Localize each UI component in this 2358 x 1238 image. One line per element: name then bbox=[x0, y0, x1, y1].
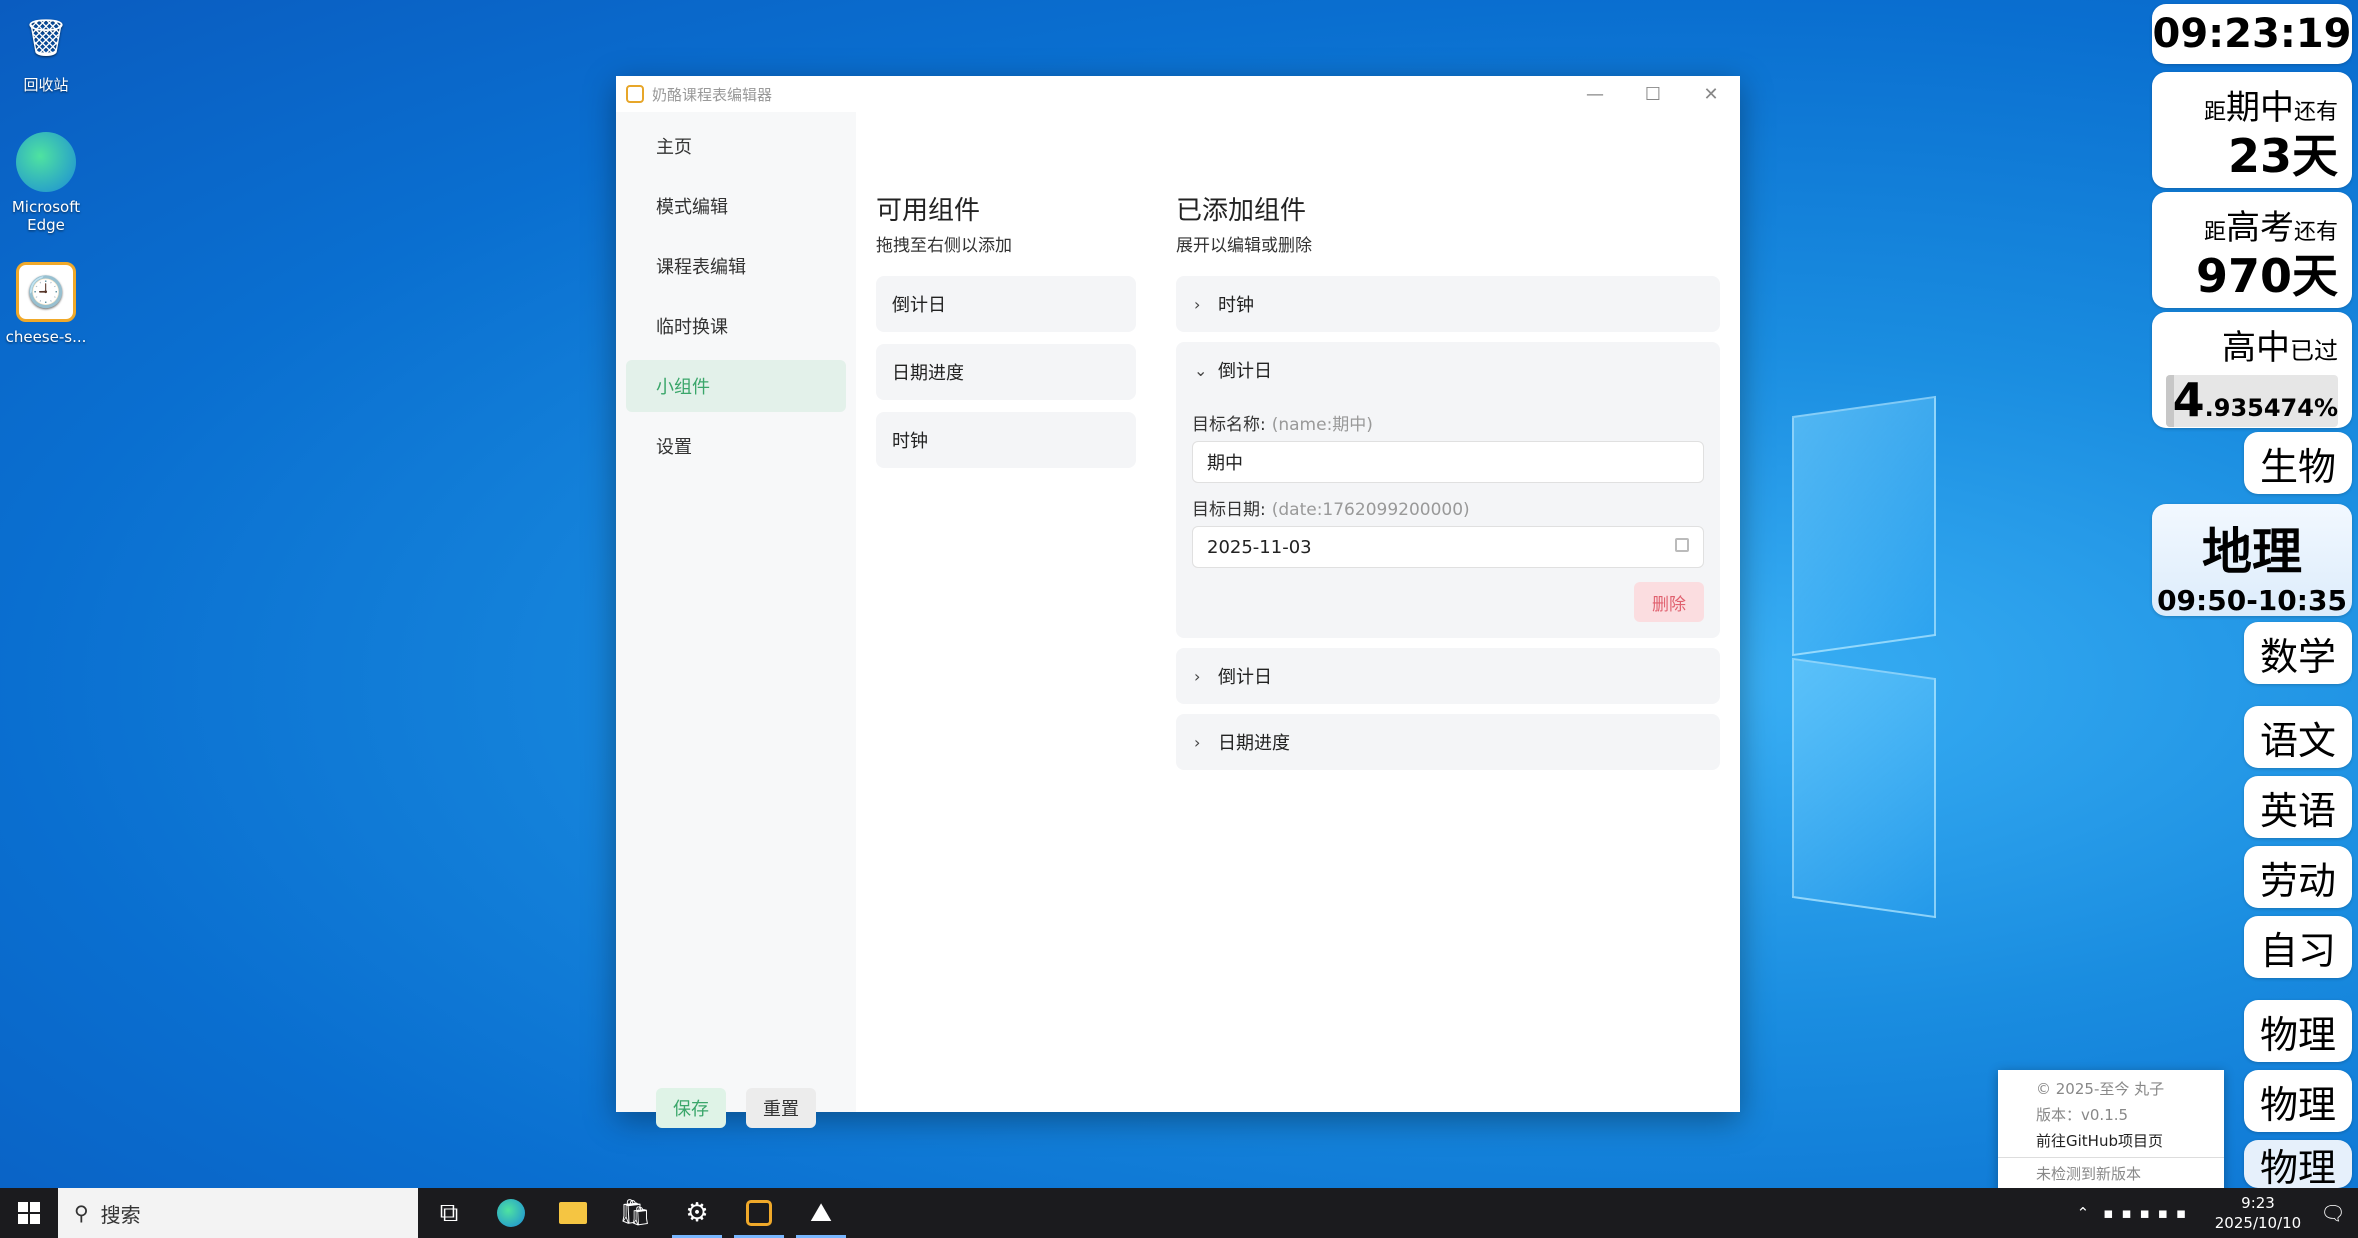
added-item-countdown-expanded: ⌄ 倒计日 目标名称: (name:期中) 期中 目标日期: (date:17620… bbox=[1176, 342, 1720, 638]
start-button[interactable] bbox=[0, 1188, 58, 1238]
nav-home[interactable]: 主页 bbox=[626, 120, 846, 172]
added-item-header[interactable]: ⌄ 倒计日 bbox=[1176, 342, 1720, 398]
subject-widget: 英语 bbox=[2244, 776, 2352, 838]
window-title: 奶酪课程表编辑器 bbox=[652, 85, 773, 104]
taskbar-clock[interactable]: 9:23 2025/10/10 bbox=[2208, 1193, 2308, 1233]
system-tray: ⌃ ▪▪▪▪▪ 9:23 2025/10/10 🗨 bbox=[2077, 1188, 2358, 1238]
nav-schedule-edit[interactable]: 课程表编辑 bbox=[626, 240, 846, 292]
progress-bar: 4.935474% bbox=[2166, 375, 2338, 427]
added-item-date-progress: › 日期进度 bbox=[1176, 714, 1720, 770]
available-title: 可用组件 bbox=[876, 196, 981, 226]
search-icon: ⚲ bbox=[74, 1201, 89, 1225]
countdown-form: 目标名称: (name:期中) 期中 目标日期: (date:17620992000… bbox=[1176, 410, 1720, 638]
chevron-right-icon: › bbox=[1194, 294, 1201, 314]
countdown-widget-2: 距高考还有 970天 bbox=[2152, 192, 2352, 308]
wallpaper-logo-bl bbox=[1792, 657, 1936, 919]
added-widgets: 已添加组件 展开以编辑或删除 › 时钟 ⌄ 倒计日 目标名称: (name:期中)… bbox=[1176, 112, 1720, 780]
subject-widget: 语文 bbox=[2244, 706, 2352, 768]
subject-widget: 物理 bbox=[2244, 1140, 2352, 1190]
added-item-clock: › 时钟 bbox=[1176, 276, 1720, 332]
progress-widget: 高中已过 4.935474% bbox=[2152, 312, 2352, 428]
added-item-countdown: › 倒计日 bbox=[1176, 648, 1720, 704]
nav-mode-edit[interactable]: 模式编辑 bbox=[626, 180, 846, 232]
subject-widget: 物理 bbox=[2244, 1070, 2352, 1132]
recycle-bin-icon: 🗑 bbox=[23, 18, 69, 59]
taskbar-search[interactable]: ⚲ 搜索 bbox=[58, 1188, 418, 1238]
calendar-icon[interactable] bbox=[1675, 538, 1689, 552]
close-icon[interactable]: ✕ bbox=[1682, 76, 1740, 112]
added-item-header[interactable]: › 倒计日 bbox=[1176, 648, 1720, 704]
chevron-down-icon: ⌄ bbox=[1194, 360, 1208, 380]
taskbar: ⚲ 搜索 ⧉ 🛍 ⚙ ⛰ ⌃ ▪▪▪▪▪ 9:23 2025/10/10 🗨 bbox=[0, 1188, 2358, 1238]
wallpaper-logo-tl bbox=[1792, 395, 1936, 657]
subject-widget: 自习 bbox=[2244, 916, 2352, 978]
subject-widget: 数学 bbox=[2244, 622, 2352, 684]
windows-icon bbox=[18, 1202, 40, 1224]
desktop-icon-cheese[interactable]: 🕘 cheese-s... bbox=[0, 262, 92, 346]
menu-version: 版本：v0.1.5 bbox=[2036, 1106, 2129, 1124]
store-icon[interactable]: 🛍 bbox=[604, 1188, 666, 1238]
delete-button[interactable]: 删除 bbox=[1634, 582, 1704, 622]
nav-widgets[interactable]: 小组件 bbox=[626, 360, 846, 412]
countdown-widget-1: 距期中还有 23天 bbox=[2152, 72, 2352, 188]
target-name-input[interactable]: 期中 bbox=[1192, 441, 1704, 483]
subject-widget: 物理 bbox=[2244, 1000, 2352, 1062]
clock-widget: 09:23:19 bbox=[2152, 4, 2352, 64]
calendar-icon: 🕘 bbox=[16, 262, 76, 322]
chevron-right-icon: › bbox=[1194, 666, 1201, 686]
target-date-input[interactable]: 2025-11-03 bbox=[1192, 526, 1704, 568]
cheese-editor-icon[interactable] bbox=[728, 1188, 790, 1238]
available-item-clock[interactable]: 时钟 bbox=[876, 412, 1136, 468]
sidebar-nav: 主页 模式编辑 课程表编辑 临时换课 小组件 设置 保存 重置 bbox=[616, 112, 856, 1128]
edge-icon bbox=[16, 132, 76, 192]
available-widgets: 可用组件 拖拽至右侧以添加 倒计日 日期进度 时钟 bbox=[876, 112, 1136, 480]
photos-icon[interactable]: ⛰ bbox=[790, 1188, 852, 1238]
available-item-date-progress[interactable]: 日期进度 bbox=[876, 344, 1136, 400]
maximize-icon[interactable]: ☐ bbox=[1624, 76, 1682, 112]
nav-settings[interactable]: 设置 bbox=[626, 420, 846, 472]
target-date-label: 目标日期: (date:1762099200000) bbox=[1192, 500, 1470, 520]
app-icon bbox=[626, 85, 644, 103]
tray-icons[interactable]: ▪▪▪▪▪ bbox=[2103, 1204, 2194, 1222]
chevron-right-icon: › bbox=[1194, 732, 1201, 752]
nav-temp-swap[interactable]: 临时换课 bbox=[626, 300, 846, 352]
available-subtitle: 拖拽至右侧以添加 bbox=[876, 236, 1012, 256]
added-title: 已添加组件 bbox=[1176, 196, 1307, 226]
desktop-icon-edge[interactable]: Microsoft Edge bbox=[0, 132, 92, 234]
subject-widget: 劳动 bbox=[2244, 846, 2352, 908]
current-class-widget: 地理 09:50-10:35 bbox=[2152, 504, 2352, 617]
target-name-label: 目标名称: (name:期中) bbox=[1192, 415, 1373, 435]
added-item-header[interactable]: › 日期进度 bbox=[1176, 714, 1720, 770]
notification-icon[interactable]: 🗨 bbox=[2308, 1201, 2358, 1225]
desktop-icon-recycle-bin[interactable]: 🗑 回收站 bbox=[0, 8, 92, 95]
file-explorer-icon[interactable] bbox=[542, 1188, 604, 1238]
chevron-up-icon[interactable]: ⌃ bbox=[2077, 1204, 2090, 1222]
task-view-icon[interactable]: ⧉ bbox=[418, 1188, 480, 1238]
menu-github[interactable]: 前往GitHub项目页 bbox=[1998, 1128, 2224, 1154]
available-item-countdown[interactable]: 倒计日 bbox=[876, 276, 1136, 332]
menu-update-status: 未检测到新版本 bbox=[2036, 1165, 2142, 1183]
added-subtitle: 展开以编辑或删除 bbox=[1176, 236, 1312, 256]
reset-button[interactable]: 重置 bbox=[746, 1088, 816, 1128]
menu-copyright: © 2025-至今 丸子 bbox=[2036, 1080, 2165, 1098]
editor-window: 奶酪课程表编辑器 — ☐ ✕ 主页 模式编辑 课程表编辑 临时换课 小组件 设置… bbox=[616, 76, 1740, 1128]
subject-widget: 生物 bbox=[2244, 432, 2352, 494]
save-button[interactable]: 保存 bbox=[656, 1088, 726, 1128]
settings-icon[interactable]: ⚙ bbox=[666, 1188, 728, 1238]
added-item-header[interactable]: › 时钟 bbox=[1176, 276, 1720, 332]
edge-icon[interactable] bbox=[480, 1188, 542, 1238]
window-controls: — ☐ ✕ bbox=[1566, 76, 1740, 112]
minimize-icon[interactable]: — bbox=[1566, 76, 1624, 112]
